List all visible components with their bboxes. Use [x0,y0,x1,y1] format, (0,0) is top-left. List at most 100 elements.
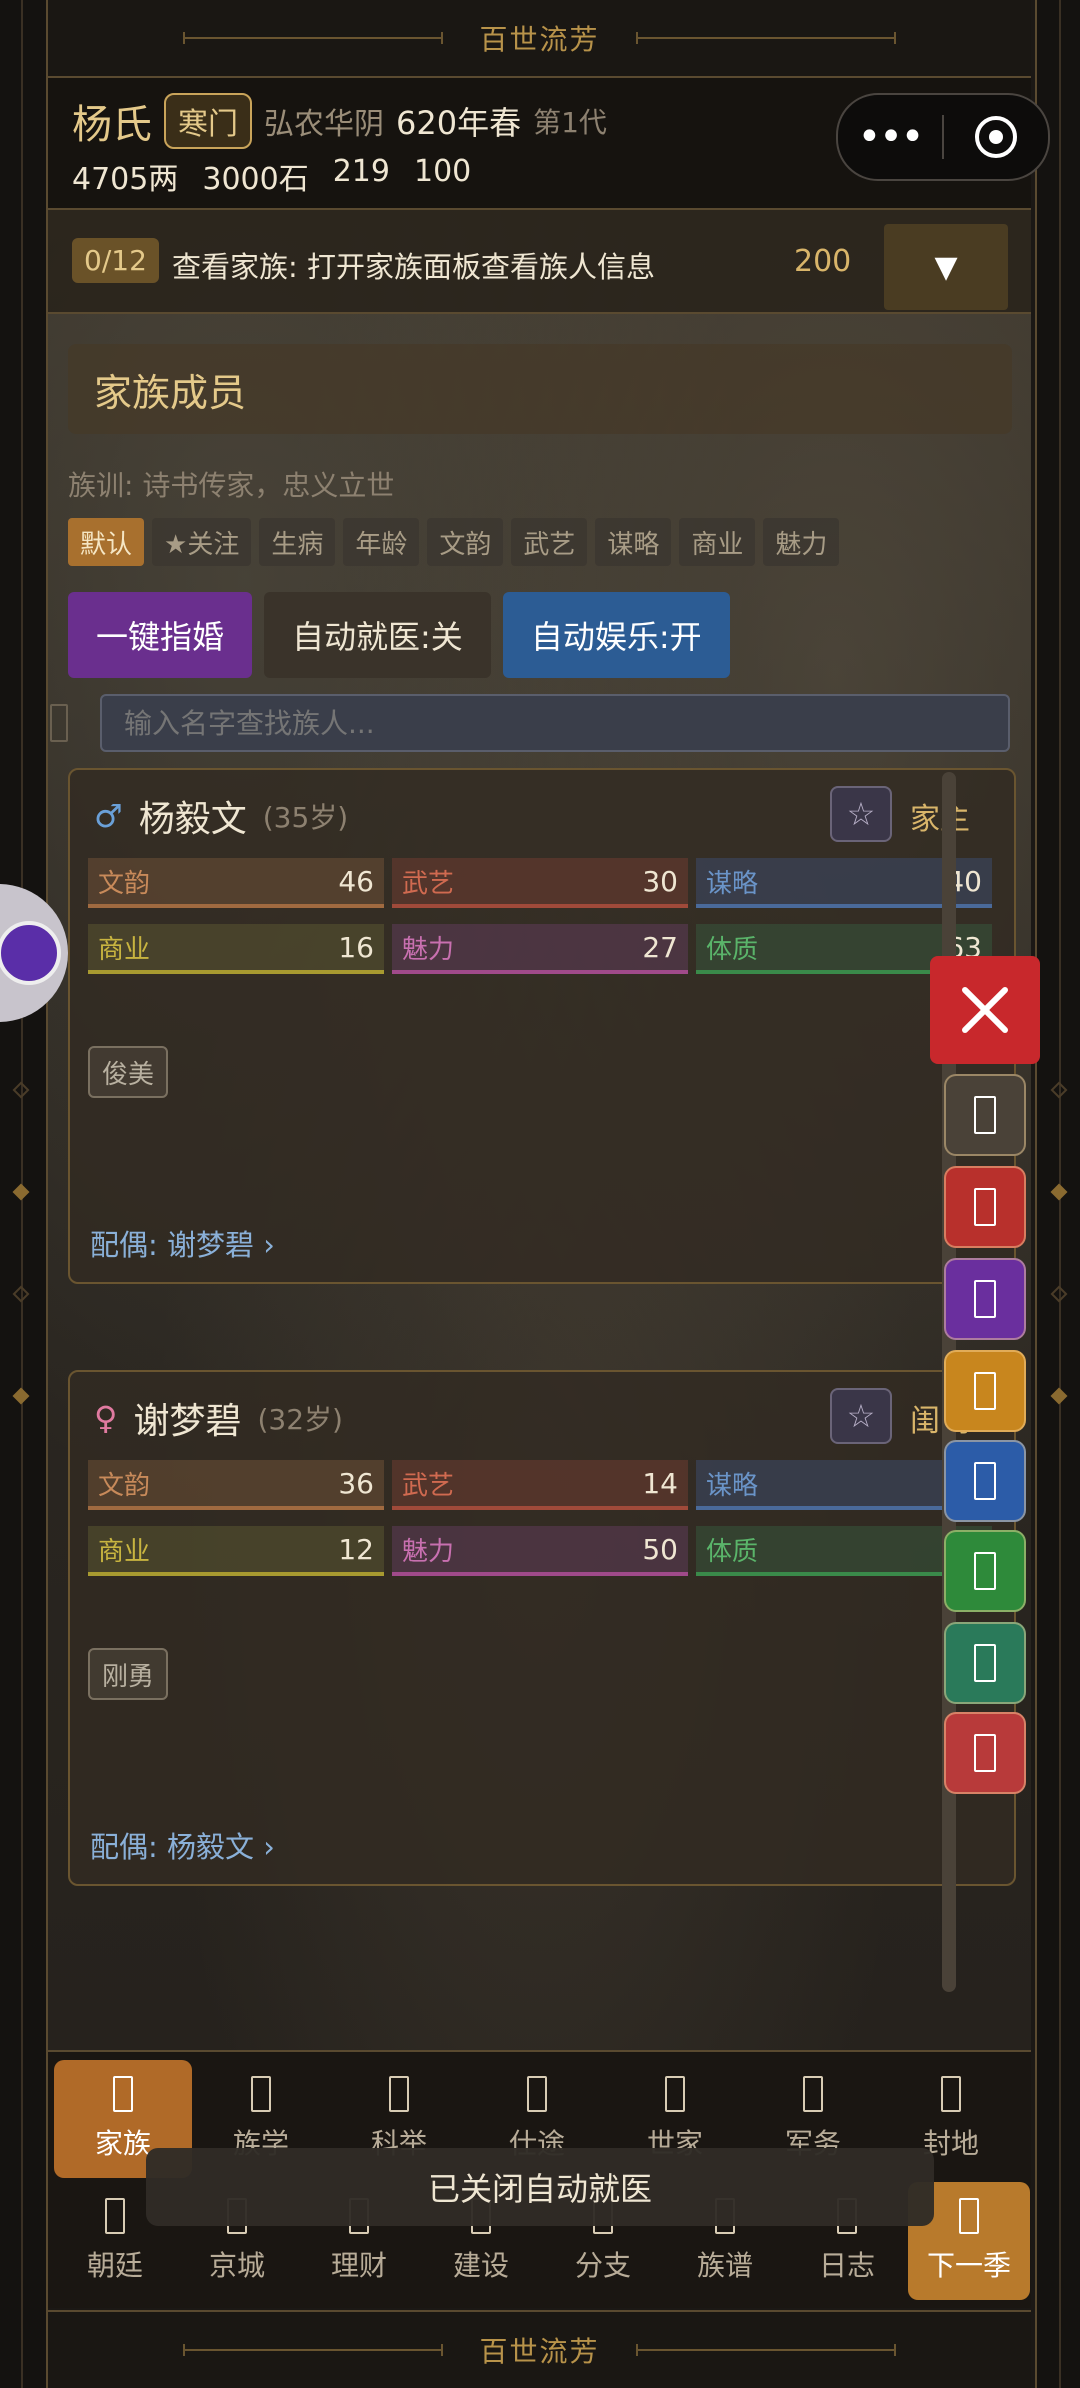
prestige-resource: 100 [413,154,472,189]
current-season: 620年春 [396,104,522,142]
quick-button-6[interactable] [944,1530,1026,1612]
family-icon [113,2076,133,2112]
filter-age[interactable]: 年龄 [343,518,420,566]
quick-button-3[interactable] [944,1258,1026,1340]
quick-button-8[interactable] [944,1712,1026,1794]
banner-rule [635,2344,896,2356]
stat-literature: 文韵 36 [88,1460,384,1510]
member-name: 杨毅文 [138,799,247,840]
quick-icon [974,1462,996,1500]
main-content: 0/12 查看家族: 打开家族面板查看族人信息 200 ▼ 家族成员 族训: 诗… [48,210,1031,2050]
banner-rule [183,32,444,44]
miniprogram-capsule: ••• [836,93,1050,181]
top-banner: 百世流芳 [48,0,1031,78]
quick-icon [974,1096,996,1134]
member-stats: 文韵36 武艺14 谋略45 商业12 魅力50 体质62 [88,1460,992,1576]
filter-sick[interactable]: 生病 [259,518,336,566]
favorite-star-button[interactable]: ☆ [830,1388,892,1444]
stat-martial: 武艺 14 [392,1460,688,1510]
female-icon: ♀ [94,1399,118,1437]
filter-martial[interactable]: 武艺 [511,518,588,566]
spouse-link[interactable]: 配偶: 谢梦碧 › [90,1222,275,1264]
quick-actions: 一键指婚 自动就医:关 自动娱乐:开 [68,592,730,678]
exam-icon [389,2076,409,2112]
court-icon [105,2198,125,2234]
close-icon [962,987,1008,1033]
auto-medical-toggle[interactable]: 自动就医:关 [264,592,491,678]
career-icon [527,2076,547,2112]
stat-commerce: 商业 16 [88,924,384,974]
quick-icon [974,1552,996,1590]
filter-default[interactable]: 默认 [68,518,145,566]
military-icon [803,2076,823,2112]
banner-title: 百世流芳 [479,2335,600,2368]
quest-progress: 0/12 [72,238,159,283]
quick-button-7[interactable] [944,1622,1026,1704]
quick-icon [974,1372,996,1410]
family-surname: 杨氏 [72,102,152,148]
quest-expand-button[interactable]: ▼ [884,224,1008,310]
member-name: 谢梦碧 [133,1401,242,1442]
family-region: 弘农华阴 [264,107,384,142]
quick-icon [974,1644,996,1682]
bottom-banner: 百世流芳 [48,2310,1031,2388]
filter-commerce[interactable]: 商业 [679,518,756,566]
search-icon [50,704,68,742]
auto-entertainment-toggle[interactable]: 自动娱乐:开 [502,592,730,678]
quest-reward: 200 [794,244,852,279]
member-age: (32岁) [257,1403,343,1436]
stat-commerce: 商业 12 [88,1526,384,1576]
member-card[interactable]: ♂ 杨毅文 (35岁) ☆ 家主 文韵 46 武艺 30 谋略 40 商业 16 魅力 2… [68,768,1016,1284]
next-season-icon [959,2198,979,2234]
member-stats: 文韵 46 武艺 30 谋略 40 商业 16 魅力 27 体质 63 [88,858,992,974]
filter-strategy[interactable]: 谋略 [595,518,672,566]
member-card[interactable]: ♀ 谢梦碧 (32岁) ☆ 闺阁 文韵36 武艺14 谋略45 商业12 魅力5… [68,1370,1016,1886]
quick-button-2[interactable] [944,1166,1026,1248]
school-icon [251,2076,271,2112]
left-border-decoration [2,0,42,2388]
auto-marriage-button[interactable]: 一键指婚 [68,592,253,678]
filter-charm[interactable]: 魅力 [763,518,840,566]
member-role: 家主 [910,802,970,837]
family-rank-badge[interactable]: 寒门 [164,93,252,149]
quest-description[interactable]: 查看家族: 打开家族面板查看族人信息 [172,244,655,286]
family-motto: 族训: 诗书传家，忠义立世 [68,469,395,502]
quest-bar: 0/12 查看家族: 打开家族面板查看族人信息 200 ▼ [48,210,1031,314]
silver-resource: 4705两 [72,162,179,197]
target-icon [975,116,1017,158]
assistant-icon [0,921,61,985]
banner-rule [635,32,896,44]
quick-button-4[interactable] [944,1350,1026,1432]
sort-filters: 默认 ★关注 生病 年龄 文韵 武艺 谋略 商业 魅力 [68,518,840,566]
resource-bar: 4705两 3000石 219 100 [72,154,471,198]
spouse-link[interactable]: 配偶: 杨毅文 › [90,1824,275,1866]
close-quick-menu-button[interactable] [930,956,1040,1064]
member-age: (35岁) [262,801,349,834]
banner-title: 百世流芳 [479,23,600,56]
filter-literature[interactable]: 文韵 [427,518,504,566]
filter-favorite[interactable]: ★关注 [152,518,252,566]
population-resource: 219 [332,154,390,189]
quick-button-5[interactable] [944,1440,1026,1522]
quick-icon [974,1734,996,1772]
trait-badge[interactable]: 刚勇 [88,1648,169,1700]
clans-icon [665,2076,685,2112]
member-search-input[interactable] [100,694,1010,752]
grain-resource: 3000石 [202,162,309,197]
stat-charm: 魅力 50 [392,1526,688,1576]
stat-martial: 武艺 30 [392,858,688,908]
quick-icon [974,1280,996,1318]
stat-charm: 魅力 27 [392,924,688,974]
close-miniprogram-button[interactable] [944,116,1048,158]
more-menu-icon[interactable]: ••• [838,114,942,160]
quick-icon [974,1188,996,1226]
right-border-decoration [1040,0,1080,2388]
quick-button-1[interactable] [944,1074,1026,1156]
section-title: 家族成员 [68,344,1012,434]
trait-badge[interactable]: 俊美 [88,1046,169,1098]
favorite-star-button[interactable]: ☆ [830,786,892,842]
toast-message: 已关闭自动就医 [146,2148,934,2226]
fief-icon [941,2076,961,2112]
generation-label: 第1代 [533,106,607,139]
banner-rule [183,2344,444,2356]
